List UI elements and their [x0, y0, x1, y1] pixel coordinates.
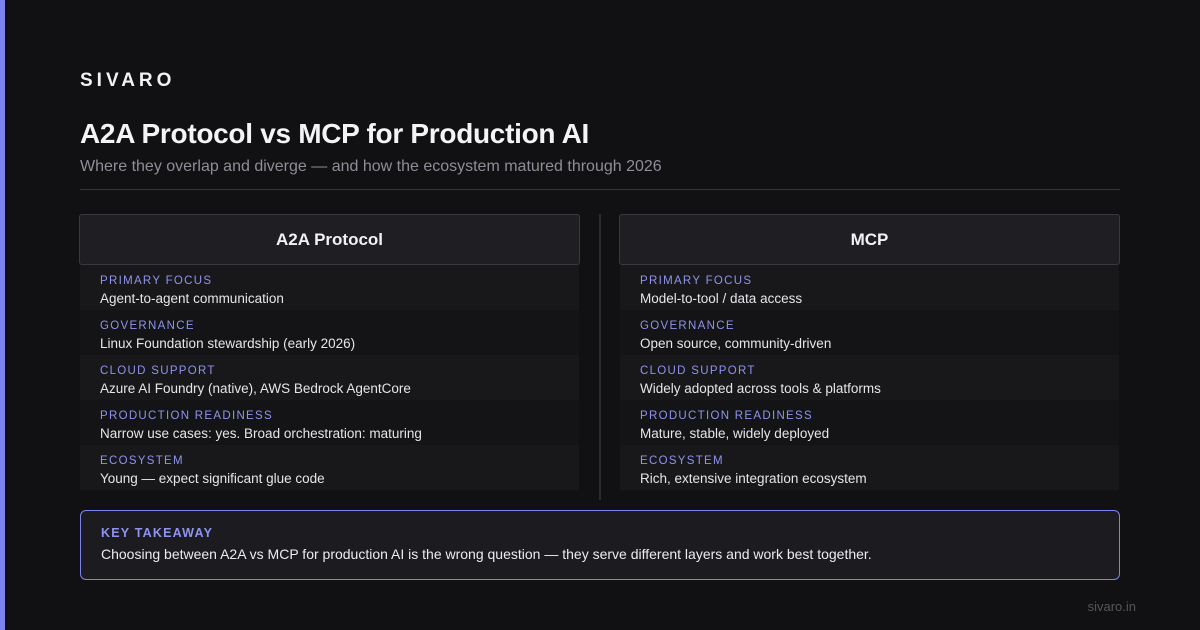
row-value: Narrow use cases: yes. Broad orchestrati…: [100, 426, 422, 441]
row-value: Model-to-tool / data access: [640, 291, 803, 306]
row-value: Open source, community-driven: [640, 336, 832, 351]
page-title: A2A Protocol vs MCP for Production AI: [80, 118, 590, 149]
column-a2a: A2A Protocol PRIMARY FOCUS Agent-to-agen…: [79, 214, 580, 490]
key-takeaway-box: KEY TAKEAWAY Choosing between A2A vs MCP…: [80, 510, 1120, 580]
comparison-row: GOVERNANCE Linux Foundation stewardship …: [80, 310, 579, 355]
column-header: MCP: [619, 214, 1120, 265]
row-label: PRODUCTION READINESS: [100, 410, 273, 422]
header-divider: [80, 189, 1120, 190]
row-value: Linux Foundation stewardship (early 2026…: [100, 336, 356, 351]
row-value: Azure AI Foundry (native), AWS Bedrock A…: [100, 381, 411, 396]
row-label: PRIMARY FOCUS: [100, 275, 213, 287]
row-label: CLOUD SUPPORT: [100, 365, 216, 377]
row-label: GOVERNANCE: [640, 320, 735, 332]
page-subtitle: Where they overlap and diverge — and how…: [80, 158, 662, 175]
row-value: Widely adopted across tools & platforms: [640, 381, 881, 396]
accent-bar: [0, 0, 5, 630]
takeaway-text: Choosing between A2A vs MCP for producti…: [101, 546, 872, 562]
row-label: ECOSYSTEM: [640, 455, 724, 467]
comparison-row: PRODUCTION READINESS Mature, stable, wid…: [620, 400, 1119, 445]
comparison-row: CLOUD SUPPORT Widely adopted across tool…: [620, 355, 1119, 400]
comparison-row: ECOSYSTEM Rich, extensive integration ec…: [620, 445, 1119, 490]
comparison-row: PRIMARY FOCUS Model-to-tool / data acces…: [620, 265, 1119, 310]
comparison-row: GOVERNANCE Open source, community-driven: [620, 310, 1119, 355]
row-label: PRIMARY FOCUS: [640, 275, 753, 287]
footer-url: sivaro.in: [1087, 599, 1136, 614]
row-label: PRODUCTION READINESS: [640, 410, 813, 422]
column-mcp: MCP PRIMARY FOCUS Model-to-tool / data a…: [619, 214, 1120, 490]
row-label: ECOSYSTEM: [100, 455, 184, 467]
comparison-row: CLOUD SUPPORT Azure AI Foundry (native),…: [80, 355, 579, 400]
takeaway-label: KEY TAKEAWAY: [101, 526, 214, 540]
row-value: Rich, extensive integration ecosystem: [640, 471, 867, 486]
row-label: GOVERNANCE: [100, 320, 195, 332]
comparison-row: ECOSYSTEM Young — expect significant glu…: [80, 445, 579, 490]
comparison-row: PRIMARY FOCUS Agent-to-agent communicati…: [80, 265, 579, 310]
column-header: A2A Protocol: [79, 214, 580, 265]
column-divider: [599, 214, 601, 500]
row-value: Young — expect significant glue code: [100, 471, 325, 486]
row-value: Agent-to-agent communication: [100, 291, 284, 306]
row-label: CLOUD SUPPORT: [640, 365, 756, 377]
comparison-row: PRODUCTION READINESS Narrow use cases: y…: [80, 400, 579, 445]
brand-logo: SIVARO: [80, 70, 176, 91]
row-value: Mature, stable, widely deployed: [640, 426, 830, 441]
